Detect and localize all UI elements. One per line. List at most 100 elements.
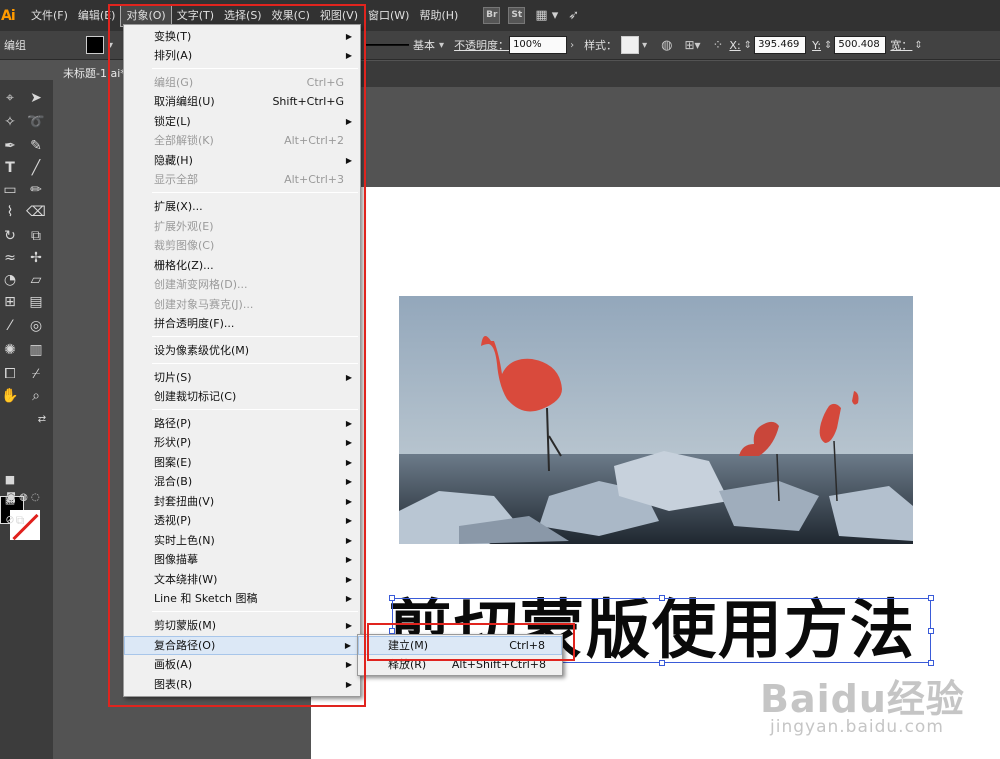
menu-item-path[interactable]: 路径(P) ▶ xyxy=(124,414,360,433)
rotate-tool-icon[interactable]: ↻ xyxy=(0,226,20,246)
menu-item-show-all[interactable]: 显示全部 Alt+Ctrl+3 xyxy=(124,170,360,189)
symbol-sprayer-tool-icon[interactable]: ✺ xyxy=(0,340,20,360)
puppet-warp-tool-icon[interactable]: ✢ xyxy=(26,248,46,268)
graphic-style-swatch[interactable] xyxy=(621,36,640,54)
recolor-icon[interactable]: ◍ xyxy=(661,38,672,53)
menu-item-trim-marks[interactable]: 创建裁切标记(C) xyxy=(124,387,360,406)
resize-handle-top-left[interactable] xyxy=(389,595,395,601)
menu-item-gradient-mesh[interactable]: 创建渐变网格(D)... xyxy=(124,275,360,294)
color-mode-icon[interactable]: ■ ▧ ⊘ xyxy=(0,470,20,526)
submenu-item-release[interactable]: 释放(R) Alt+Shift+Ctrl+8 xyxy=(358,655,562,674)
curvature-tool-icon[interactable]: ✎ xyxy=(26,136,46,156)
reference-point-icon[interactable]: ⁘ xyxy=(713,38,724,53)
opacity-arrow-icon[interactable]: › xyxy=(570,40,574,51)
menu-item-expand-appearance[interactable]: 扩展外观(E) xyxy=(124,217,360,236)
menu-window[interactable]: 窗口(W) xyxy=(363,5,414,27)
submenu-item-make[interactable]: 建立(M) Ctrl+8 xyxy=(358,636,562,655)
artboard-tool-icon[interactable]: ⧠ xyxy=(0,364,20,384)
style-label: 样式： xyxy=(584,39,618,52)
gradient-tool-icon[interactable]: ▤ xyxy=(26,292,46,312)
menu-item-envelope-distort[interactable]: 封套扭曲(V) ▶ xyxy=(124,492,360,511)
align-icon[interactable]: ⊞▾ xyxy=(684,38,700,52)
selection-tool-icon[interactable]: ⌖ xyxy=(0,88,20,108)
menu-item-unlock-all[interactable]: 全部解锁(K) Alt+Ctrl+2 xyxy=(124,131,360,150)
menu-item-text-wrap[interactable]: 文本绕排(W) ▶ xyxy=(124,570,360,589)
scale-tool-icon[interactable]: ⧉ xyxy=(26,226,46,246)
menu-item-live-paint[interactable]: 实时上色(N) ▶ xyxy=(124,531,360,550)
menu-item-pixel-perfect[interactable]: 设为像素级优化(M) xyxy=(124,341,360,360)
menu-item-slice[interactable]: 切片(S) ▶ xyxy=(124,368,360,387)
x-input[interactable]: 395.469 xyxy=(754,36,807,54)
flamingo-illustration[interactable] xyxy=(399,296,913,544)
menu-item-object-mosaic[interactable]: 创建对象马赛克(J)... xyxy=(124,295,360,314)
menu-item-artboards[interactable]: 画板(A) ▶ xyxy=(124,655,360,674)
line-tool-icon[interactable]: ╱ xyxy=(26,158,46,178)
menu-edit[interactable]: 编辑(E) xyxy=(73,5,121,27)
menu-item-clipping-mask[interactable]: 剪切蒙版(M) ▶ xyxy=(124,616,360,635)
menu-item-perspective[interactable]: 透视(P) ▶ xyxy=(124,511,360,530)
magic-wand-tool-icon[interactable]: ✧ xyxy=(0,112,20,132)
hand-tool-icon[interactable]: ✋ xyxy=(0,386,20,406)
x-stepper-icon[interactable]: ⇕ xyxy=(744,40,752,51)
menu-item-hide[interactable]: 隐藏(H) ▶ xyxy=(124,151,360,170)
menu-file[interactable]: 文件(F) xyxy=(26,5,73,27)
width-tool-icon[interactable]: ≈ xyxy=(0,248,20,268)
swap-colors-icon[interactable]: ⇄ xyxy=(32,410,52,430)
resize-handle-bottom-right[interactable] xyxy=(928,660,934,666)
y-input[interactable]: 500.408 xyxy=(834,36,887,54)
draw-mode-icons[interactable]: ◙ ◍ ◌ xyxy=(0,488,46,508)
menu-item-flatten-transparency[interactable]: 拼合透明度(F)... xyxy=(124,314,360,333)
opacity-input[interactable]: 100% xyxy=(509,36,568,54)
menu-item-shape[interactable]: 形状(P) ▶ xyxy=(124,433,360,452)
slice-tool-icon[interactable]: ⌿ xyxy=(26,364,46,384)
screen-mode-icon[interactable]: ⧉ xyxy=(10,510,30,530)
menu-item-ungroup[interactable]: 取消编组(U) Shift+Ctrl+G xyxy=(124,92,360,111)
shaper-tool-icon[interactable]: ⌇ xyxy=(0,202,20,222)
resize-handle-top-right[interactable] xyxy=(928,595,934,601)
lasso-tool-icon[interactable]: ➰ xyxy=(26,112,46,132)
menu-item-rasterize[interactable]: 栅格化(Z)... xyxy=(124,256,360,275)
resize-handle-top[interactable] xyxy=(659,595,665,601)
fill-dropdown-icon[interactable]: ▾ xyxy=(108,40,113,51)
opacity-label[interactable]: 不透明度： xyxy=(454,37,509,53)
resize-handle-right[interactable] xyxy=(928,628,934,634)
graph-tool-icon[interactable]: ▥ xyxy=(26,340,46,360)
w-stepper-icon[interactable]: ⇕ xyxy=(914,40,922,51)
menu-item-blend[interactable]: 混合(B) ▶ xyxy=(124,472,360,491)
menu-item-group[interactable]: 编组(G) Ctrl+G xyxy=(124,73,360,92)
menu-item-image-trace[interactable]: 图像描摹 ▶ xyxy=(124,550,360,569)
workspace-switcher-icon[interactable]: ▦ ▾ xyxy=(535,8,558,23)
zoom-tool-icon[interactable]: ⌕ xyxy=(26,386,46,406)
menu-help[interactable]: 帮助(H) xyxy=(414,5,463,27)
eraser-tool-icon[interactable]: ⌫ xyxy=(26,202,46,222)
stroke-dropdown-icon[interactable]: ▾ xyxy=(439,40,444,51)
gpu-rocket-icon[interactable]: ➶ xyxy=(568,8,579,23)
y-stepper-icon[interactable]: ⇕ xyxy=(824,40,832,51)
menu-item-arrange[interactable]: 排列(A) ▶ xyxy=(124,46,360,65)
resize-handle-bottom[interactable] xyxy=(659,660,665,666)
direct-selection-tool-icon[interactable]: ➤ xyxy=(26,88,46,108)
stock-icon[interactable]: St xyxy=(508,7,526,24)
mesh-tool-icon[interactable]: ⊞ xyxy=(0,292,20,312)
menu-item-pattern[interactable]: 图案(E) ▶ xyxy=(124,453,360,472)
menu-item-lock[interactable]: 锁定(L) ▶ xyxy=(124,112,360,131)
fill-color-swatch[interactable] xyxy=(86,36,104,54)
shape-builder-tool-icon[interactable]: ◔ xyxy=(0,270,20,290)
type-tool-icon[interactable]: T xyxy=(0,158,20,178)
stroke-style-label[interactable]: 基本 xyxy=(413,37,435,53)
menu-item-crop-image[interactable]: 裁剪图像(C) xyxy=(124,236,360,255)
perspective-grid-tool-icon[interactable]: ▱ xyxy=(26,270,46,290)
rectangle-tool-icon[interactable]: ▭ xyxy=(0,180,20,200)
menu-item-line-sketch-art[interactable]: Line 和 Sketch 图稿 ▶ xyxy=(124,589,360,608)
blend-tool-icon[interactable]: ◎ xyxy=(26,316,46,336)
paintbrush-tool-icon[interactable]: ✏ xyxy=(26,180,46,200)
stroke-preview[interactable] xyxy=(365,44,410,46)
style-dropdown-icon[interactable]: ▾ xyxy=(642,40,647,51)
pen-tool-icon[interactable]: ✒ xyxy=(0,136,20,156)
menu-item-compound-path[interactable]: 复合路径(O) ▶ xyxy=(124,636,360,655)
menu-item-graph[interactable]: 图表(R) ▶ xyxy=(124,675,360,694)
eyedropper-tool-icon[interactable]: ⁄ xyxy=(0,316,20,336)
menu-item-transform[interactable]: 变换(T) ▶ xyxy=(124,27,360,46)
menu-item-expand[interactable]: 扩展(X)... xyxy=(124,197,360,216)
bridge-icon[interactable]: Br xyxy=(483,7,501,24)
